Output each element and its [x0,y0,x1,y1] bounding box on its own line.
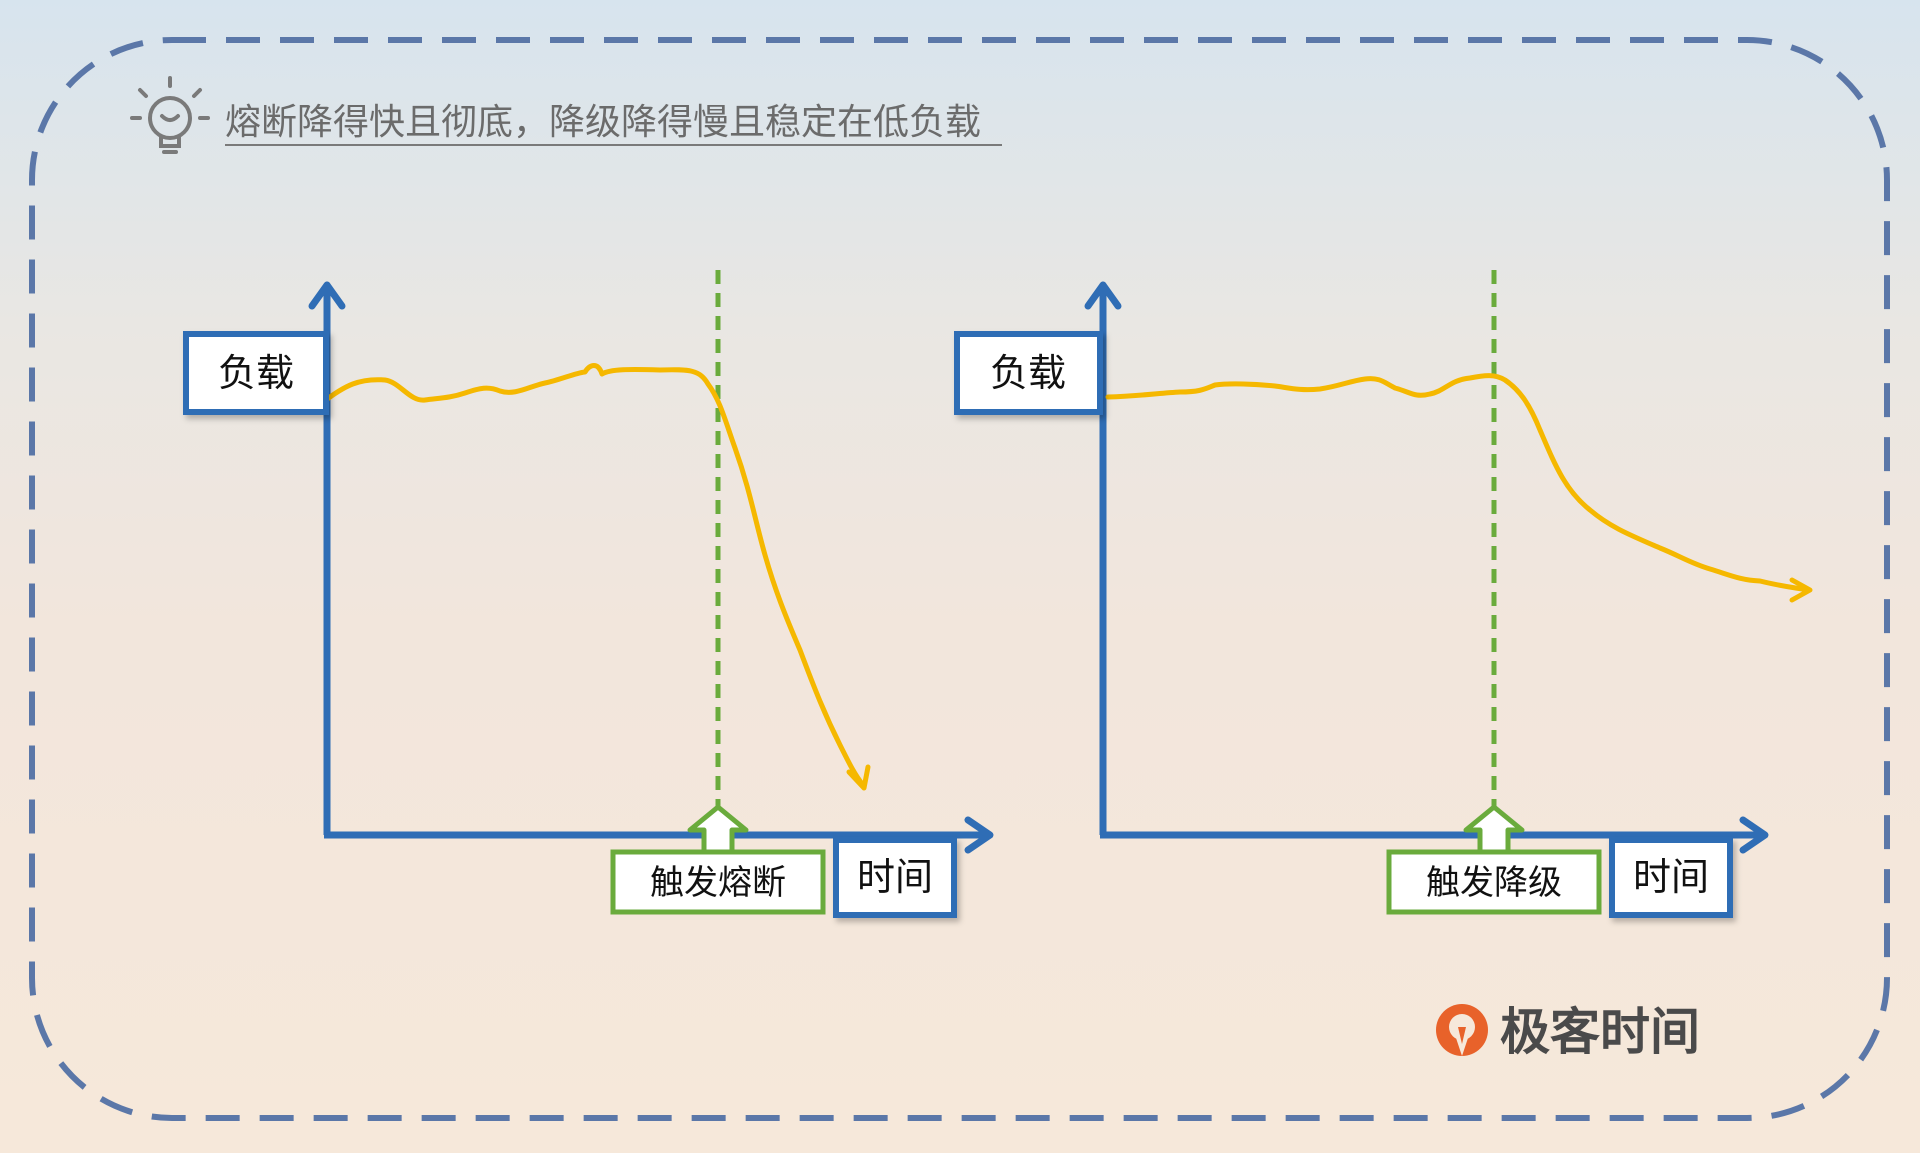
left-load-curve [319,363,866,788]
right-load-curve [1105,373,1811,593]
left-chart: 负载 触发熔断 时间 [183,270,994,918]
right-chart: 负载 触发降级 时间 [954,270,1813,918]
right-x-label: 时间 [1633,855,1709,899]
left-y-label: 负载 [218,351,294,395]
left-trigger-label: 触发熔断 [650,863,786,903]
page-title: 熔断降得快且彻底，降级降得慢且稳定在低负载 [225,102,981,143]
right-y-label: 负载 [990,351,1066,395]
geektime-logo-icon [1436,1004,1488,1056]
right-trigger-label: 触发降级 [1426,863,1562,903]
diagram-canvas: 熔断降得快且彻底，降级降得慢且稳定在低负载 负载 触发熔断 时间 负载 触发降级… [29,37,1890,1121]
logo-text: 极客时间 [1500,1003,1700,1061]
right-trigger-arrow [1463,804,1525,856]
lightbulb-icon [130,76,210,154]
left-trigger-arrow [687,804,749,856]
dashed-frame [29,37,1890,1121]
left-x-label: 时间 [857,855,933,899]
